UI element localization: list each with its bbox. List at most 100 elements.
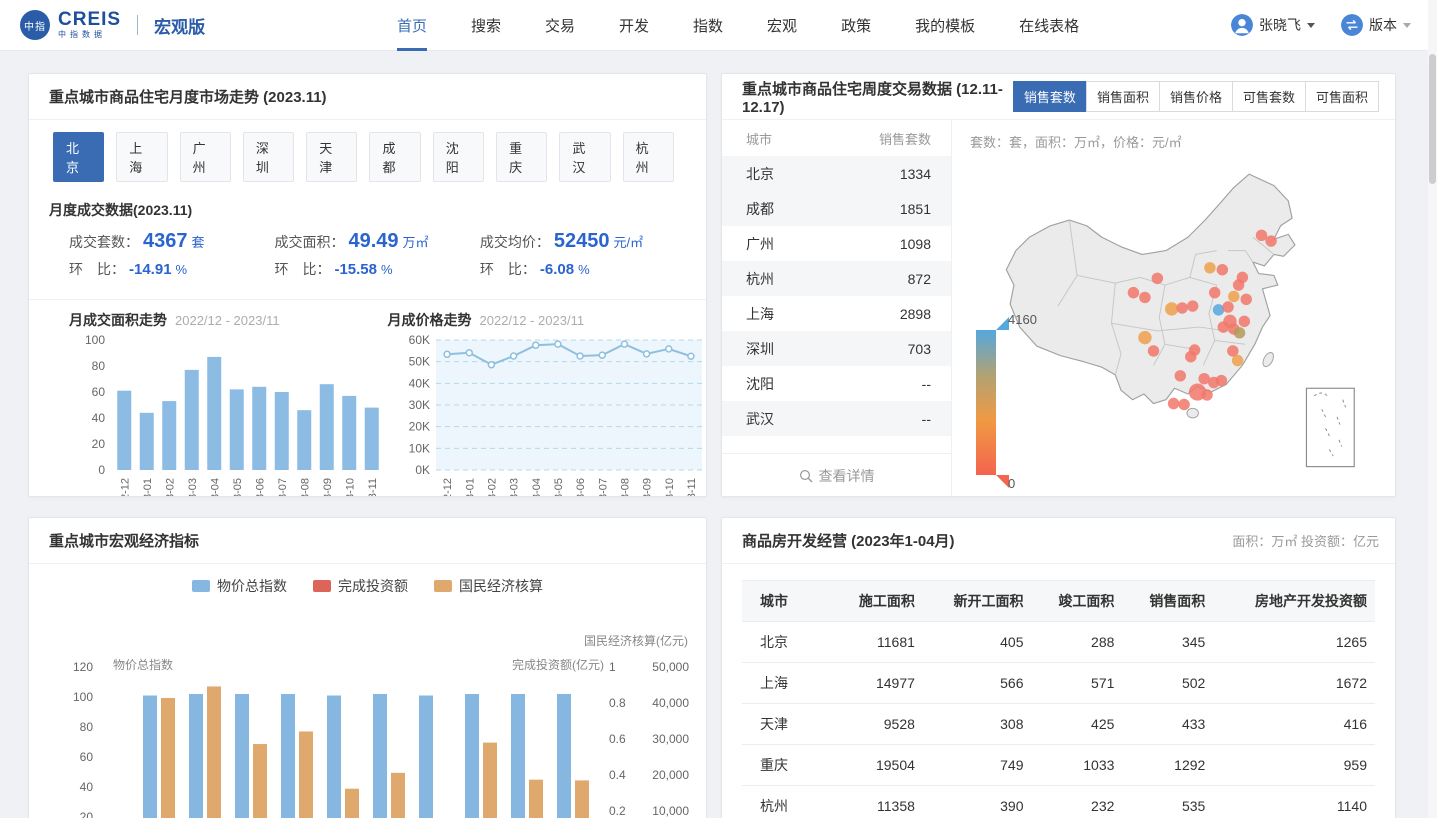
svg-text:60K: 60K: [408, 333, 429, 347]
city-tab[interactable]: 深圳: [243, 132, 294, 182]
city-dot[interactable]: [1187, 300, 1198, 311]
nav-item[interactable]: 交易: [545, 0, 575, 51]
city-dot[interactable]: [1185, 351, 1196, 362]
city-dot[interactable]: [1165, 302, 1178, 315]
user-menu[interactable]: 张晓飞: [1231, 14, 1315, 36]
city-dot[interactable]: [1168, 398, 1179, 409]
city-dot[interactable]: [1228, 291, 1239, 302]
svg-text:50,000: 50,000: [652, 660, 689, 674]
legend-min-value: 0: [1008, 476, 1015, 491]
svg-text:2023-03: 2023-03: [508, 478, 520, 497]
legend-item[interactable]: 国民经济核算: [434, 576, 543, 596]
table-row[interactable]: 北京1334: [722, 156, 951, 191]
city-dot[interactable]: [1138, 331, 1151, 344]
city-dot[interactable]: [1232, 355, 1243, 366]
city-dot[interactable]: [1128, 287, 1139, 298]
city-dot[interactable]: [1239, 316, 1250, 327]
brand-name: CREIS: [58, 11, 121, 29]
table-row: 上海149775665715021672: [742, 663, 1375, 704]
panel-title: 商品房开发经营 (2023年1-04月): [742, 530, 955, 551]
city-dot[interactable]: [1234, 327, 1245, 338]
legend-max-value: 4160: [1008, 312, 1037, 327]
legend-item[interactable]: 完成投资额: [313, 576, 408, 596]
weekly-tab[interactable]: 可售面积: [1305, 81, 1379, 112]
version-menu[interactable]: 版本: [1341, 14, 1411, 36]
city-dot[interactable]: [1209, 287, 1220, 298]
city-dot[interactable]: [1233, 279, 1244, 290]
logo-divider: [137, 15, 138, 35]
table-row[interactable]: 上海2898: [722, 296, 951, 331]
svg-text:2023-07: 2023-07: [597, 478, 609, 497]
chart-title: 月成交面积走势2022/12 - 2023/11: [69, 310, 368, 330]
city-dot[interactable]: [1256, 230, 1267, 241]
table-row[interactable]: 武汉--: [722, 401, 951, 436]
city-dot[interactable]: [1240, 294, 1251, 305]
city-tab[interactable]: 杭州: [623, 132, 674, 182]
svg-text:120: 120: [73, 660, 93, 674]
navbar: 中指 CREIS 中指数据 宏观版 首页搜索交易开发指数宏观政策我的模板在线表格…: [0, 0, 1437, 51]
city-tab[interactable]: 成都: [369, 132, 420, 182]
table-row[interactable]: 成都1851: [722, 191, 951, 226]
view-details-link[interactable]: 查看详情: [722, 453, 951, 497]
nav-item[interactable]: 搜索: [471, 0, 501, 51]
nav-item[interactable]: 在线表格: [1019, 0, 1079, 51]
legend-swatch: [192, 580, 210, 592]
table-row[interactable]: 深圳703: [722, 331, 951, 366]
svg-text:2023-11: 2023-11: [685, 478, 697, 497]
city-dot[interactable]: [1152, 273, 1163, 284]
svg-text:100: 100: [73, 690, 93, 704]
weekly-tab[interactable]: 销售面积: [1086, 81, 1160, 112]
svg-text:2023-09: 2023-09: [641, 478, 653, 497]
city-tab[interactable]: 天津: [306, 132, 357, 182]
city-dot[interactable]: [1204, 262, 1215, 273]
city-tab[interactable]: 广州: [180, 132, 231, 182]
scrollbar-thumb[interactable]: [1429, 54, 1436, 184]
weekly-city-table: 城市销售套数北京1334成都1851广州1098杭州872上海2898深圳703…: [722, 120, 952, 497]
weekly-tab[interactable]: 销售套数: [1013, 81, 1087, 112]
city-dot[interactable]: [1222, 301, 1233, 312]
area-trend-chart-box: 月成交面积走势2022/12 - 2023/11 020406080100202…: [49, 310, 368, 497]
city-tab[interactable]: 北京: [53, 132, 104, 182]
nav-item[interactable]: 政策: [841, 0, 871, 51]
nav-item[interactable]: 开发: [619, 0, 649, 51]
city-tab[interactable]: 武汉: [559, 132, 610, 182]
nav-item[interactable]: 指数: [693, 0, 723, 51]
weekly-tab[interactable]: 可售套数: [1232, 81, 1306, 112]
city-dot[interactable]: [1201, 389, 1212, 400]
city-tab[interactable]: 上海: [116, 132, 167, 182]
scrollbar[interactable]: [1428, 0, 1437, 818]
city-dot[interactable]: [1178, 399, 1189, 410]
nav-item[interactable]: 首页: [397, 0, 427, 51]
city-dot[interactable]: [1139, 292, 1150, 303]
table-row[interactable]: 杭州872: [722, 261, 951, 296]
monthly-price-chart: 0K10K20K30K40K50K60K2022-122023-012023-0…: [388, 330, 706, 497]
city-dot[interactable]: [1148, 345, 1159, 356]
svg-text:1: 1: [609, 660, 616, 674]
city-tab[interactable]: 沈阳: [433, 132, 484, 182]
nav-item[interactable]: 我的模板: [915, 0, 975, 51]
stats-title: 月度成交数据(2023.11): [49, 200, 686, 220]
city-tab[interactable]: 重庆: [496, 132, 547, 182]
svg-text:2023-08: 2023-08: [299, 478, 311, 497]
zhongzhi-logo-icon: 中指: [20, 10, 50, 40]
chevron-down-icon: [1403, 23, 1411, 28]
city-dot[interactable]: [1176, 302, 1187, 313]
city-dot[interactable]: [1217, 264, 1228, 275]
table-row[interactable]: 沈阳--: [722, 366, 951, 401]
svg-text:2023-06: 2023-06: [575, 478, 587, 497]
city-dot[interactable]: [1216, 375, 1227, 386]
weekly-tab[interactable]: 销售价格: [1159, 81, 1233, 112]
panel-title: 重点城市宏观经济指标: [49, 530, 199, 551]
svg-text:40: 40: [80, 780, 94, 794]
svg-text:2023-04: 2023-04: [209, 478, 221, 497]
brand-logo[interactable]: 中指 CREIS 中指数据 宏观版: [20, 10, 205, 40]
city-dot[interactable]: [1218, 321, 1229, 332]
svg-text:20: 20: [80, 810, 94, 818]
nav-item[interactable]: 宏观: [767, 0, 797, 51]
city-dot[interactable]: [1175, 370, 1186, 381]
chart-subtitle: 2022/12 - 2023/11: [480, 313, 585, 328]
table-row[interactable]: 广州1098: [722, 226, 951, 261]
legend-item[interactable]: 物价总指数: [192, 576, 287, 596]
right-outer-axis-label: 国民经济核算(亿元): [584, 632, 688, 649]
city-dot[interactable]: [1265, 235, 1276, 246]
